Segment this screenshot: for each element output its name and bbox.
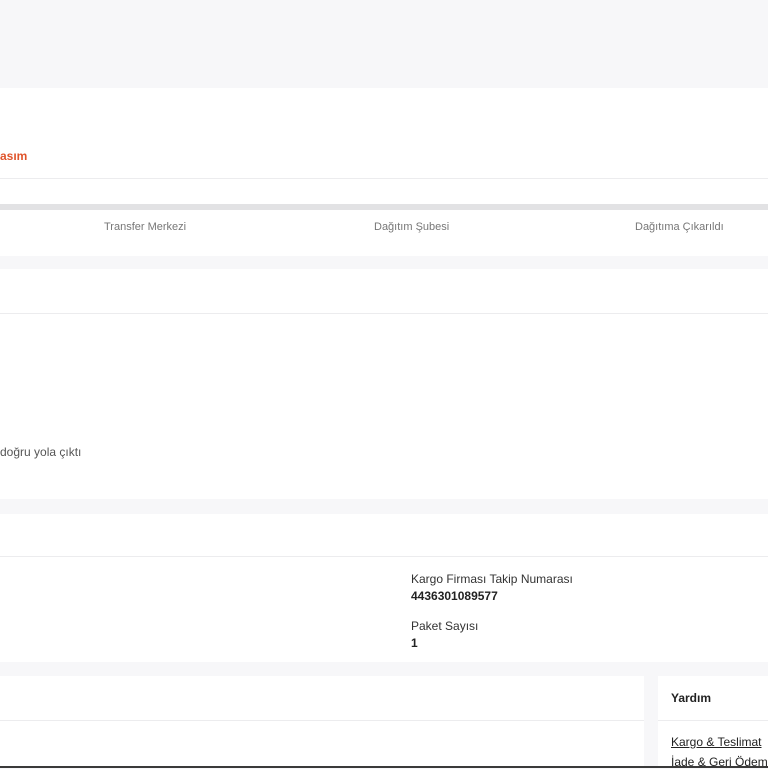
help-card: Yardım Kargo & Teslimat İade & Geri Ödem…	[658, 676, 768, 769]
shipment-info-card: Kargo Firması Takip Numarası 44363010895…	[0, 514, 768, 662]
help-link-shipping-delivery[interactable]: Kargo & Teslimat	[671, 735, 762, 749]
tracking-number-label: Kargo Firması Takip Numarası	[411, 572, 573, 586]
movement-card: doğru yola çıktı	[0, 269, 768, 499]
package-count-label: Paket Sayısı	[411, 619, 479, 633]
tracking-number-value: 4436301089577	[411, 589, 498, 603]
shipment-divider	[0, 556, 768, 557]
order-items-divider	[0, 720, 644, 721]
step-distribution-branch: Dağıtım Şubesi	[374, 221, 450, 233]
package-count-value: 1	[411, 636, 418, 650]
step-out-for-delivery: Dağıtıma Çıkarıldı	[635, 221, 724, 233]
delivery-date-text: asım	[0, 149, 28, 163]
step-transfer-center: Transfer Merkezi	[104, 221, 187, 233]
movement-divider	[0, 313, 768, 314]
tracking-card: asım Transfer Merkezi Dağıtım Şubesi Dağ…	[0, 88, 768, 256]
movement-description: doğru yola çıktı	[0, 445, 82, 459]
order-items-card	[0, 676, 644, 768]
help-divider	[658, 720, 768, 721]
help-title: Yardım	[671, 691, 712, 705]
header-divider	[0, 178, 768, 179]
progress-bar	[0, 204, 768, 210]
